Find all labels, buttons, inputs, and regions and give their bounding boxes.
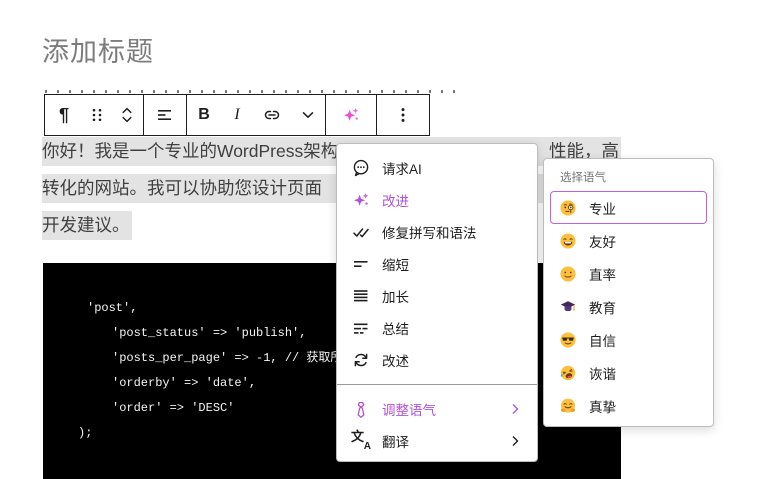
lengthen-icon (351, 286, 371, 306)
grinning-face-icon (559, 232, 577, 250)
tone-item-confident[interactable]: 自信 (550, 323, 707, 356)
menu-item-label: 调整语气 (382, 399, 436, 419)
move-block-button[interactable] (111, 95, 143, 135)
more-formatting-button[interactable] (291, 95, 325, 135)
double-check-icon (351, 222, 371, 242)
chevron-down-icon (298, 105, 318, 125)
face-with-monocle-icon (559, 199, 577, 217)
tone-item-sincere[interactable]: 真挚 (550, 389, 707, 422)
menu-divider (337, 384, 537, 385)
paragraph-text: 转化的网站。我可以协助您设计页面 (42, 178, 322, 198)
ellipsis-vertical-icon (393, 105, 413, 125)
italic-button[interactable]: I (221, 95, 253, 135)
paragraph-icon: ¶ (59, 105, 69, 126)
drag-handle-icon (87, 105, 107, 125)
hugging-face-icon (559, 397, 577, 415)
toolbar-group-ai (326, 95, 377, 135)
tone-item-educational[interactable]: 教育 (550, 290, 707, 323)
necktie-icon (351, 399, 371, 419)
options-button[interactable] (377, 95, 429, 135)
menu-item-label: 请求AI (382, 158, 422, 178)
tone-item-friendly[interactable]: 友好 (550, 224, 707, 257)
tone-item-label: 直率 (589, 264, 616, 284)
tone-submenu: 选择语气 专业 友好 直率 教育 自信 诙谐 真挚 (543, 158, 714, 427)
toolbar-group-block: ¶ (45, 95, 144, 135)
paragraph-text: 开发建议。 (42, 211, 132, 240)
menu-item-improve[interactable]: 改进 (337, 184, 537, 216)
ai-assistant-menu: 请求AI 改进 修复拼写和语法 缩短 加长 总结 改述 调整语气 (336, 143, 538, 462)
toolbar-group-align (144, 95, 187, 135)
chevron-right-icon (507, 401, 523, 417)
clipped-text-line (45, 90, 460, 93)
tone-item-label: 教育 (589, 297, 616, 317)
post-title-placeholder[interactable]: 添加标题 (42, 30, 154, 69)
chevron-right-icon (507, 433, 523, 449)
menu-item-label: 缩短 (382, 254, 409, 274)
tone-item-label: 友好 (589, 231, 616, 251)
rephrase-icon (351, 350, 371, 370)
menu-item-label: 修复拼写和语法 (382, 222, 477, 242)
tone-submenu-title: 选择语气 (544, 169, 713, 191)
toolbar-group-options (377, 95, 429, 135)
menu-item-label: 加长 (382, 286, 409, 306)
sunglasses-face-icon (559, 331, 577, 349)
italic-icon: I (234, 106, 239, 124)
shorten-icon (351, 254, 371, 274)
block-toolbar: ¶ B I (44, 94, 430, 136)
menu-item-label: 改述 (382, 350, 409, 370)
tone-item-label: 诙谐 (589, 363, 616, 383)
menu-item-adjust-tone[interactable]: 调整语气 (337, 393, 537, 425)
smiling-face-icon (559, 265, 577, 283)
paragraph-line[interactable]: 开发建议。 (42, 211, 132, 240)
paragraph-block-button[interactable]: ¶ (45, 95, 83, 135)
link-icon (262, 105, 282, 125)
tone-item-professional[interactable]: 专业 (550, 191, 707, 224)
translate-icon: 文A (351, 431, 371, 451)
tone-item-direct[interactable]: 直率 (550, 257, 707, 290)
summarize-icon (351, 318, 371, 338)
graduation-cap-icon (559, 298, 577, 316)
tone-item-label: 专业 (589, 198, 616, 218)
ai-assistant-button[interactable] (326, 95, 376, 135)
menu-item-ask-ai[interactable]: 请求AI (337, 152, 537, 184)
menu-item-label: 总结 (382, 318, 409, 338)
bold-icon: B (198, 106, 210, 124)
tone-item-label: 真挚 (589, 396, 616, 416)
tone-item-witty[interactable]: 诙谐 (550, 356, 707, 389)
sparkle-icon (351, 190, 371, 210)
menu-item-label: 翻译 (382, 431, 409, 451)
ai-sparkle-icon (341, 105, 361, 125)
move-up-down-icon (117, 105, 137, 125)
bold-button[interactable]: B (187, 95, 221, 135)
menu-item-fix-spelling[interactable]: 修复拼写和语法 (337, 216, 537, 248)
align-text-button[interactable] (144, 95, 186, 135)
paragraph-text: 你好！我是一个专业的WordPress架构 (42, 141, 338, 161)
drag-handle-button[interactable] (83, 95, 111, 135)
menu-item-lengthen[interactable]: 加长 (337, 280, 537, 312)
menu-item-translate[interactable]: 文A 翻译 (337, 425, 537, 457)
wordpress-editor-canvas: 添加标题 你好！我是一个专业的WordPress架构 性能，高 转化的网站。我可… (0, 0, 773, 479)
comment-icon (351, 158, 371, 178)
link-button[interactable] (253, 95, 291, 135)
menu-item-shorten[interactable]: 缩短 (337, 248, 537, 280)
menu-item-label: 改进 (382, 190, 409, 210)
toolbar-group-format: B I (187, 95, 326, 135)
menu-item-rephrase[interactable]: 改述 (337, 344, 537, 376)
rofl-face-icon (559, 364, 577, 382)
tone-item-label: 自信 (589, 330, 616, 350)
menu-item-summarize[interactable]: 总结 (337, 312, 537, 344)
align-text-icon (155, 105, 175, 125)
